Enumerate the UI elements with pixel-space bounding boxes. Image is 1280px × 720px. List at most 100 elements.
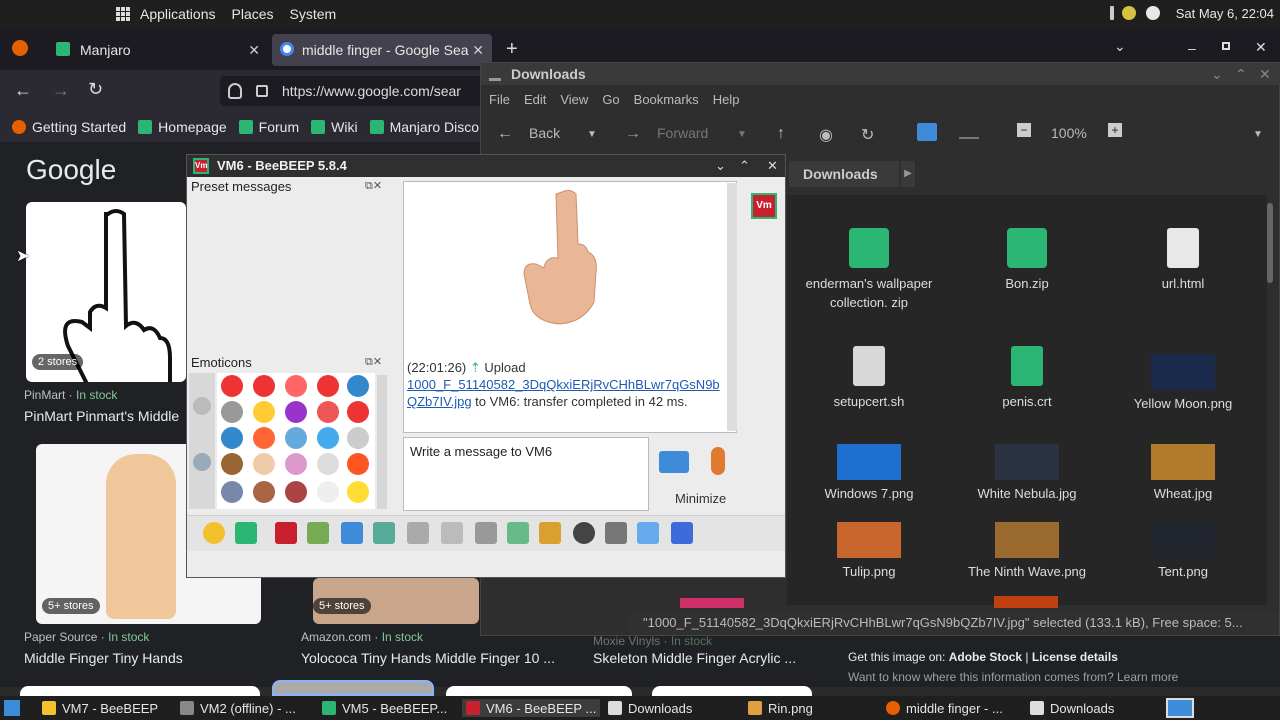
back-icon[interactable]: ← [14, 80, 32, 101]
muscle-icon[interactable] [253, 453, 275, 475]
dash-icon[interactable] [347, 427, 369, 449]
float-close-icon[interactable]: ⧉✕ [365, 355, 382, 369]
result-title[interactable]: Yolococa Tiny Hands Middle Finger 10 ... [301, 650, 555, 666]
clear-chat-icon[interactable] [637, 522, 659, 544]
float-close-icon[interactable]: ⧉✕ [365, 179, 382, 193]
image-thumbnail[interactable] [994, 596, 1058, 608]
tab-google[interactable]: middle finger - Google Sea ✕ [272, 34, 492, 66]
result-card-partial[interactable] [20, 686, 260, 696]
taskbar-item[interactable]: Downloads [608, 699, 692, 717]
menu-applications[interactable]: Applications [140, 6, 216, 22]
shield-icon[interactable] [1146, 6, 1160, 20]
music-icon[interactable] [475, 522, 497, 544]
reload-icon[interactable]: ↻ [861, 125, 874, 145]
minimize-button[interactable]: Minimize [675, 491, 726, 506]
home-folder-icon[interactable] [917, 123, 937, 141]
globe-icon[interactable] [193, 453, 211, 471]
chevron-down-icon[interactable]: ⌄ [1114, 38, 1126, 55]
thought-bubble-icon[interactable] [317, 481, 339, 503]
result-card-partial[interactable] [446, 686, 632, 696]
lock-icon[interactable] [256, 85, 268, 97]
people-icon[interactable] [221, 481, 243, 503]
chevron-up-icon[interactable]: ⌃ [739, 155, 750, 177]
speech-bubble-icon[interactable] [317, 453, 339, 475]
back-icon[interactable]: ← [497, 125, 513, 143]
result-card-partial[interactable] [272, 680, 434, 696]
close-icon[interactable]: ✕ [472, 42, 484, 59]
spellcheck-icon[interactable] [407, 522, 429, 544]
url-bar[interactable]: https://www.google.com/sear [220, 76, 490, 106]
close-window-icon[interactable]: ✕ [1259, 63, 1271, 85]
heart-icon[interactable] [285, 375, 307, 397]
file-item[interactable]: Tulip.png [794, 522, 944, 581]
send-icon[interactable] [659, 451, 689, 473]
taskbar-item[interactable]: middle finger - ... [886, 699, 1003, 717]
bookmark-wiki[interactable]: Wiki [311, 119, 358, 135]
google-logo[interactable]: Google [26, 154, 116, 186]
clock-icon[interactable] [193, 397, 211, 415]
word-complete-icon[interactable] [441, 522, 463, 544]
dizzy-icon[interactable] [285, 453, 307, 475]
heart-icon[interactable] [253, 375, 275, 397]
license-details-link[interactable]: License details [1032, 650, 1118, 664]
tracking-shield-icon[interactable] [228, 83, 242, 99]
applications-grid-icon[interactable] [116, 7, 130, 21]
file-item[interactable]: setupcert.sh [794, 346, 944, 411]
workspace-switcher[interactable] [1166, 698, 1194, 718]
window-icon[interactable] [671, 522, 693, 544]
menu-view[interactable]: View [560, 92, 588, 107]
file-item[interactable]: url.html [1108, 228, 1258, 293]
chevron-down-icon[interactable]: ▼ [1253, 129, 1263, 140]
file-item[interactable]: The Ninth Wave.png [952, 522, 1102, 581]
poop-icon[interactable] [221, 453, 243, 475]
fire-icon[interactable] [347, 453, 369, 475]
result-image[interactable]: 2 stores [26, 202, 186, 382]
message-input[interactable]: Write a message to VM6 [403, 437, 649, 511]
vm-user-avatar[interactable]: Vm [751, 193, 777, 219]
up-icon[interactable]: ↑ [777, 125, 785, 143]
file-item[interactable]: Yellow Moon.png [1108, 354, 1258, 413]
screenshot-icon[interactable] [573, 522, 595, 544]
minimize-window-icon[interactable]: – [1188, 40, 1196, 56]
reload-icon[interactable]: ↻ [88, 79, 103, 100]
new-tab-icon[interactable]: + [506, 38, 518, 61]
result-title[interactable]: PinMart Pinmart's Middle [24, 408, 179, 424]
chevron-down-icon[interactable]: ▼ [737, 129, 747, 140]
taskbar-item[interactable]: VM7 - BeeBEEP [42, 699, 158, 717]
zzz-icon[interactable] [221, 427, 243, 449]
middle-finger-image[interactable] [514, 188, 624, 338]
firefox-icon[interactable] [12, 40, 28, 56]
couple-icon[interactable] [253, 481, 275, 503]
taskbar-item[interactable]: VM6 - BeeBEEP ... [462, 699, 601, 717]
send-file-icon[interactable] [507, 522, 529, 544]
emoticon-icon[interactable] [203, 522, 225, 544]
forward-button[interactable]: Forward [657, 125, 708, 141]
forward-icon[interactable]: → [52, 80, 70, 101]
font-icon[interactable] [307, 522, 329, 544]
maximize-window-icon[interactable]: ⌃ [1235, 63, 1247, 85]
taskbar-item[interactable]: Rin.png [748, 699, 813, 717]
koala-icon[interactable] [221, 401, 243, 423]
file-item[interactable]: Bon.zip [952, 228, 1102, 293]
bookmark-getting-started[interactable]: Getting Started [12, 119, 126, 135]
close-window-icon[interactable]: ✕ [767, 155, 778, 177]
sparkle-icon[interactable] [347, 481, 369, 503]
stop-icon[interactable]: ◉ [819, 125, 833, 145]
show-desktop-icon[interactable] [4, 700, 20, 716]
heart-icon[interactable] [221, 375, 243, 397]
result-title[interactable]: Skeleton Middle Finger Acrylic ... [593, 650, 796, 666]
bookmark-manjaro-discover[interactable]: Manjaro Disco [369, 119, 479, 135]
heart-gift-icon[interactable] [317, 401, 339, 423]
menu-help[interactable]: Help [713, 92, 740, 107]
more-icon[interactable] [1110, 6, 1114, 20]
menu-places[interactable]: Places [232, 6, 274, 22]
save-chat-icon[interactable] [605, 522, 627, 544]
result-card-partial[interactable] [652, 686, 812, 696]
file-item[interactable]: Tent.png [1108, 522, 1258, 581]
bookmark-forum[interactable]: Forum [238, 119, 299, 135]
droplet-icon[interactable] [317, 427, 339, 449]
close-icon[interactable]: ✕ [248, 42, 260, 59]
result-title[interactable]: Middle Finger Tiny Hands [24, 650, 183, 666]
bookmark-homepage[interactable]: Homepage [138, 119, 227, 135]
forward-icon[interactable]: → [625, 125, 641, 143]
